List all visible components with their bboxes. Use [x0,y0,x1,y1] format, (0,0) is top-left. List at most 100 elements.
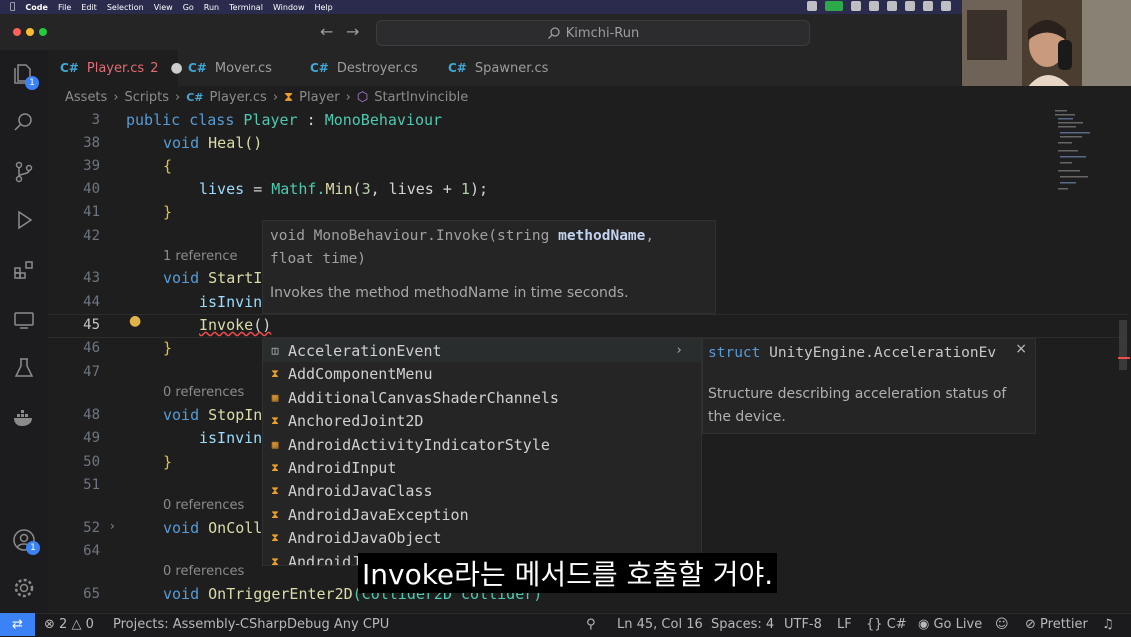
class-icon: ⧗ [284,89,294,105]
menu-go[interactable]: Go [183,3,194,12]
codelens-references[interactable]: 0 references [163,498,244,513]
line-number: 65 [83,586,100,602]
class-icon: ⧗ [271,483,279,497]
copilot-icon[interactable]: ☺ [995,617,1009,632]
tab-label: Player.cs [86,60,145,76]
minimap[interactable] [1050,108,1120,208]
details-description: Structure describing acceleration status… [708,386,1007,425]
source-control-icon[interactable] [12,160,36,184]
suggestion-item[interactable]: ⧗ AnchoredJoint2D [263,409,701,432]
suggestion-item[interactable]: ▦ AndroidActivityIndicatorStyle [263,433,701,456]
suggestion-item[interactable]: ⧗ AndroidJavaClass [263,479,701,502]
line-number-current: 45 [83,317,100,333]
minimize-window-button[interactable] [26,28,34,36]
indentation-status[interactable]: Spaces: 4 [711,617,774,632]
suggestion-item[interactable]: ⧗ AndroidJavaObject [263,526,701,549]
tab-destroyer-cs[interactable]: C# Destroyer.cs [310,50,418,86]
camera-icon[interactable] [825,1,843,11]
suggestion-item[interactable]: ⧗ AndroidJavaException [263,503,701,526]
problems-indicator[interactable]: ⊗ 2 △ 0 [44,617,94,632]
remote-explorer-icon[interactable] [12,308,36,332]
screen-record-icon[interactable] [807,1,817,11]
back-arrow-icon[interactable]: ← [320,22,333,41]
bluetooth-icon[interactable] [923,1,933,11]
webcam-image [962,0,1131,95]
suggestion-item[interactable]: ⧗ AddComponentMenu [263,362,701,385]
close-icon[interactable]: × [1015,341,1027,357]
cursor-position[interactable]: Ln 45, Col 16 [617,617,703,632]
menu-edit[interactable]: Edit [81,3,97,12]
tab-mover-cs[interactable]: C# Mover.cs [188,50,272,86]
zoom-icon[interactable]: ⚲ [586,617,596,632]
command-center-search[interactable]: Kimchi-Run [376,20,810,46]
docker-icon[interactable] [12,406,36,430]
zoom-window-button[interactable] [39,28,47,36]
breadcrumb-method[interactable]: StartInvincible [374,90,468,105]
prettier-check-icon: ⊘ [1025,617,1036,632]
code-line-39: { [163,157,173,175]
suggestion-item[interactable]: ▦ AdditionalCanvasShaderChannels [263,386,701,409]
search-icon [547,27,560,39]
codelens-references[interactable]: 0 references [163,385,244,400]
warning-icon: △ [71,617,82,632]
menu-window[interactable]: Window [273,3,305,12]
project-status[interactable]: Projects: Assembly-CSharp [113,617,287,632]
line-number: 41 [83,204,100,220]
tool-icon[interactable] [887,1,897,11]
forward-arrow-icon[interactable]: → [346,22,359,41]
tool-icon[interactable] [869,1,879,11]
encoding-status[interactable]: UTF-8 [784,617,822,632]
broadcast-icon: ◉ [918,617,930,632]
breadcrumb-assets[interactable]: Assets [65,90,107,105]
tab-label: Destroyer.cs [336,60,418,76]
fold-chevron-icon[interactable]: › [110,519,115,533]
suggestion-item[interactable]: ⧗ AndroidInput [263,456,701,479]
menu-view[interactable]: View [154,3,173,12]
tab-player-cs[interactable]: C# Player.cs 2 ● [48,50,183,86]
eol-status[interactable]: LF [837,617,852,632]
language-mode[interactable]: {} C# [866,617,907,632]
code-line-45: Invoke() [199,316,272,334]
input-source-icon[interactable] [941,1,951,11]
tab-spawner-cs[interactable]: C# Spawner.cs [448,50,548,86]
menu-help[interactable]: Help [314,3,332,12]
code-line-38: void Heal() [163,134,263,152]
method-icon: ⬡ [356,89,369,105]
breadcrumb-class[interactable]: Player [299,90,339,105]
status-bar: ⊗ 2 △ 0 Projects: Assembly-CSharp Debug … [0,613,1131,637]
search-icon[interactable] [12,110,36,134]
menu-app[interactable]: Code [25,3,48,12]
close-window-button[interactable] [13,28,21,36]
debug-config-status[interactable]: Debug Any CPU [287,617,389,632]
extensions-icon[interactable] [12,258,36,282]
line-number: 40 [83,181,100,197]
scrollbar-error-marker [1118,357,1130,359]
bell-icon[interactable]: ♫ [1102,617,1114,632]
tool-icon[interactable] [851,1,861,11]
go-live-button[interactable]: ◉ Go Live [918,617,982,632]
menu-selection[interactable]: Selection [107,3,144,12]
volume-icon[interactable] [905,1,915,11]
lightbulb-icon[interactable]: ● [129,313,141,329]
menu-run[interactable]: Run [204,3,219,12]
line-number: 47 [83,364,100,380]
chevron-right-icon[interactable]: › [675,343,683,358]
testing-icon[interactable] [12,356,36,380]
codelens-references[interactable]: 1 reference [163,249,237,264]
unsaved-dot-icon[interactable]: ● [170,60,182,76]
code-line-3: public class Player : MonoBehaviour [126,111,443,129]
method-signature: void MonoBehaviour.Invoke(string methodN… [270,228,655,267]
gear-icon[interactable] [12,576,36,600]
breadcrumb-scripts[interactable]: Scripts [125,90,169,105]
codelens-references[interactable]: 0 references [163,564,244,579]
remote-indicator-button[interactable]: ⇄ [0,613,35,636]
menu-file[interactable]: File [58,3,71,12]
suggestion-item[interactable]: ◫ AccelerationEvent › [263,339,701,362]
run-debug-icon[interactable] [12,208,36,232]
editor-scrollbar[interactable] [1119,320,1127,370]
prettier-button[interactable]: ⊘ Prettier [1025,617,1088,632]
menu-terminal[interactable]: Terminal [229,3,263,12]
breadcrumb-file[interactable]: Player.cs [210,90,267,105]
apple-icon[interactable]:  [10,2,15,12]
line-number: 51 [83,477,100,493]
